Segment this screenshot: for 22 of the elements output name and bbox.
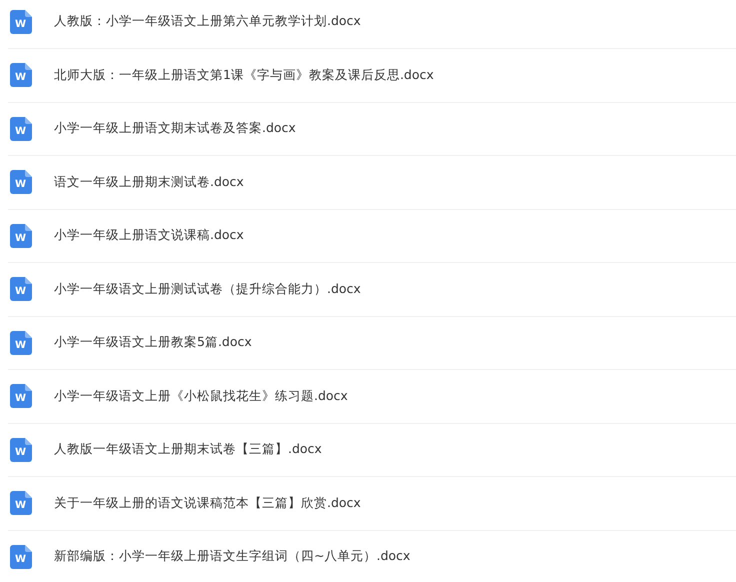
file-name[interactable]: 小学一年级上册语文期末试卷及答案.docx <box>54 120 296 138</box>
file-name[interactable]: 人教版：小学一年级语文上册第六单元教学计划.docx <box>54 13 361 30</box>
file-name[interactable]: 新部编版：小学一年级上册语文生字组词（四~八单元）.docx <box>54 548 410 566</box>
file-name[interactable]: 小学一年级上册语文说课稿.docx <box>54 227 244 244</box>
file-name[interactable]: 北师大版：一年级上册语文第1课《字与画》教案及课后反思.docx <box>54 66 434 84</box>
word-document-icon: W <box>10 224 32 248</box>
word-document-icon: W <box>10 544 32 569</box>
word-document-icon: W <box>10 330 32 355</box>
file-name[interactable]: 小学一年级语文上册《小松鼠找花生》练习题.docx <box>54 388 348 405</box>
file-name[interactable]: 小学一年级语文上册测试试卷（提升综合能力）.docx <box>54 280 361 298</box>
word-document-icon: W <box>10 438 32 462</box>
file-name[interactable]: 关于一年级上册的语文说课稿范本【三篇】欣赏.docx <box>54 494 361 512</box>
file-name[interactable]: 小学一年级语文上册教案5篇.docx <box>54 334 252 352</box>
word-document-icon: W <box>10 491 32 516</box>
word-document-icon: W <box>10 170 32 194</box>
file-name[interactable]: 语文一年级上册期末测试卷.docx <box>54 174 244 191</box>
word-document-icon: W <box>10 10 32 34</box>
word-document-icon: W <box>10 277 32 302</box>
file-name[interactable]: 人教版一年级语文上册期末试卷【三篇】.docx <box>54 441 322 458</box>
word-document-icon: W <box>10 116 32 141</box>
word-document-icon: W <box>10 63 32 88</box>
word-document-icon: W <box>10 384 32 408</box>
